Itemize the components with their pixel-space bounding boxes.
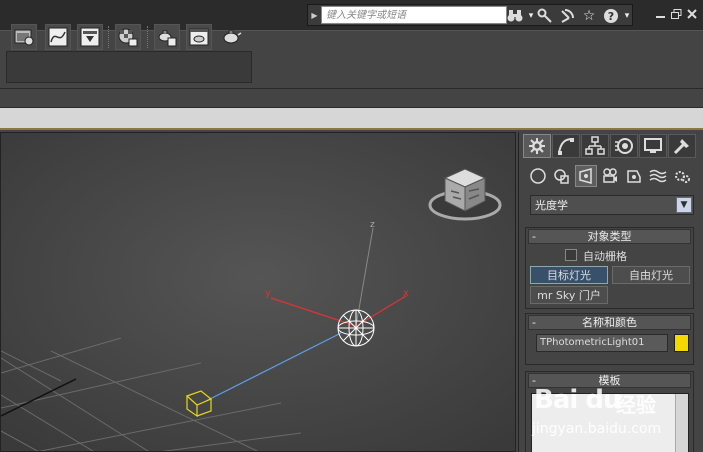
main-toolbar: [0, 30, 703, 88]
auto-grid-checkbox[interactable]: [565, 249, 577, 261]
chevron-down-icon[interactable]: ▼: [676, 197, 692, 213]
tab-hierarchy[interactable]: [581, 134, 609, 158]
collapse-icon: -: [532, 316, 536, 329]
curve-editor-icon[interactable]: [45, 24, 71, 50]
favorites-star-icon[interactable]: ☆: [580, 7, 598, 25]
helpers-button[interactable]: [623, 165, 645, 187]
command-panel-tabs: [523, 134, 701, 158]
y-axis-label: y: [265, 288, 271, 299]
modify-icon: [558, 138, 574, 155]
minimize-button[interactable]: [654, 6, 668, 22]
camera-icon: [603, 168, 617, 183]
render-setup-icon[interactable]: [154, 24, 180, 50]
ribbon-bar: [0, 88, 703, 108]
helpers-icon: [627, 170, 641, 183]
baidu-url: jingyan.baidu.com: [532, 421, 662, 437]
light-category-value: 光度学: [535, 199, 568, 212]
lights-icon: [579, 168, 592, 184]
perspective-viewport[interactable]: z y x: [0, 132, 516, 452]
motion-icon: [615, 138, 633, 154]
display-icon: [644, 138, 662, 153]
shapes-icon: [554, 169, 569, 184]
collapse-icon: -: [532, 230, 536, 243]
target-light-button[interactable]: 目标灯光: [530, 266, 608, 284]
systems-button[interactable]: [671, 165, 693, 187]
light-category-select[interactable]: 光度学 ▼: [530, 195, 694, 215]
create-category-buttons: [527, 165, 702, 187]
lights-button[interactable]: [575, 165, 597, 187]
tab-utilities[interactable]: [668, 134, 696, 158]
geometry-button[interactable]: [527, 165, 549, 187]
free-light-button[interactable]: 自由灯光: [612, 266, 690, 284]
svg-text:?: ?: [608, 10, 614, 23]
space-warps-icon: [649, 169, 667, 183]
name-color-rollout: - 名称和颜色 TPhotometricLight01: [525, 313, 694, 365]
toolbar-separator: [108, 26, 110, 48]
restore-button[interactable]: [669, 6, 683, 22]
title-bar: ▶ ▾ ☆ ? ▾: [0, 0, 703, 30]
create-icon: [529, 138, 545, 154]
name-color-header[interactable]: - 名称和颜色: [528, 315, 691, 330]
help-dropdown-icon[interactable]: ▾: [618, 7, 636, 25]
z-axis-label: z: [370, 220, 375, 230]
tab-motion[interactable]: [610, 134, 638, 158]
satellite-icon[interactable]: [558, 7, 576, 25]
object-name-field[interactable]: TPhotometricLight01: [536, 334, 668, 352]
cameras-button[interactable]: [599, 165, 621, 187]
systems-icon: [675, 171, 690, 183]
rendered-frame-window-icon[interactable]: [186, 24, 212, 50]
toolbar-separator: [147, 26, 149, 48]
tab-display[interactable]: [639, 134, 667, 158]
photometric-light-sphere: [337, 309, 375, 347]
search-input[interactable]: [321, 6, 507, 24]
auto-grid-label: 自动栅格: [583, 250, 627, 263]
render-production-icon[interactable]: [218, 24, 244, 50]
baidu-brand-text: 经验: [616, 393, 656, 417]
material-editor-icon[interactable]: [115, 24, 141, 50]
baidu-logo: Bai du: [534, 385, 621, 415]
geometry-icon: [530, 168, 546, 184]
hammer-icon: [673, 139, 689, 155]
hierarchy-icon: [585, 136, 605, 155]
x-axis-label: x: [403, 288, 409, 299]
toolbar-strip: [6, 51, 252, 83]
tab-create[interactable]: [523, 134, 551, 158]
tab-modify[interactable]: [552, 134, 580, 158]
dope-sheet-icon[interactable]: [77, 24, 103, 50]
object-color-swatch[interactable]: [674, 334, 689, 352]
expand-arrow-icon[interactable]: ▶: [308, 5, 321, 25]
scene-explorer-icon[interactable]: [11, 24, 37, 50]
shapes-button[interactable]: [551, 165, 573, 187]
space-warps-button[interactable]: [647, 165, 669, 187]
object-type-rollout: - 对象类型 自动栅格 目标灯光 自由灯光 mr Sky 门户: [525, 227, 694, 309]
mr-sky-portal-button[interactable]: mr Sky 门户: [530, 286, 608, 304]
object-type-header[interactable]: - 对象类型: [528, 229, 691, 244]
ribbon-panel: [0, 108, 703, 130]
baidu-watermark: Bai du 经验 jingyan.baidu.com: [530, 385, 700, 447]
key-icon[interactable]: [536, 7, 554, 25]
infocenter-toolbar: ▶ ▾ ☆ ? ▾: [307, 4, 633, 26]
close-button[interactable]: [685, 6, 699, 22]
